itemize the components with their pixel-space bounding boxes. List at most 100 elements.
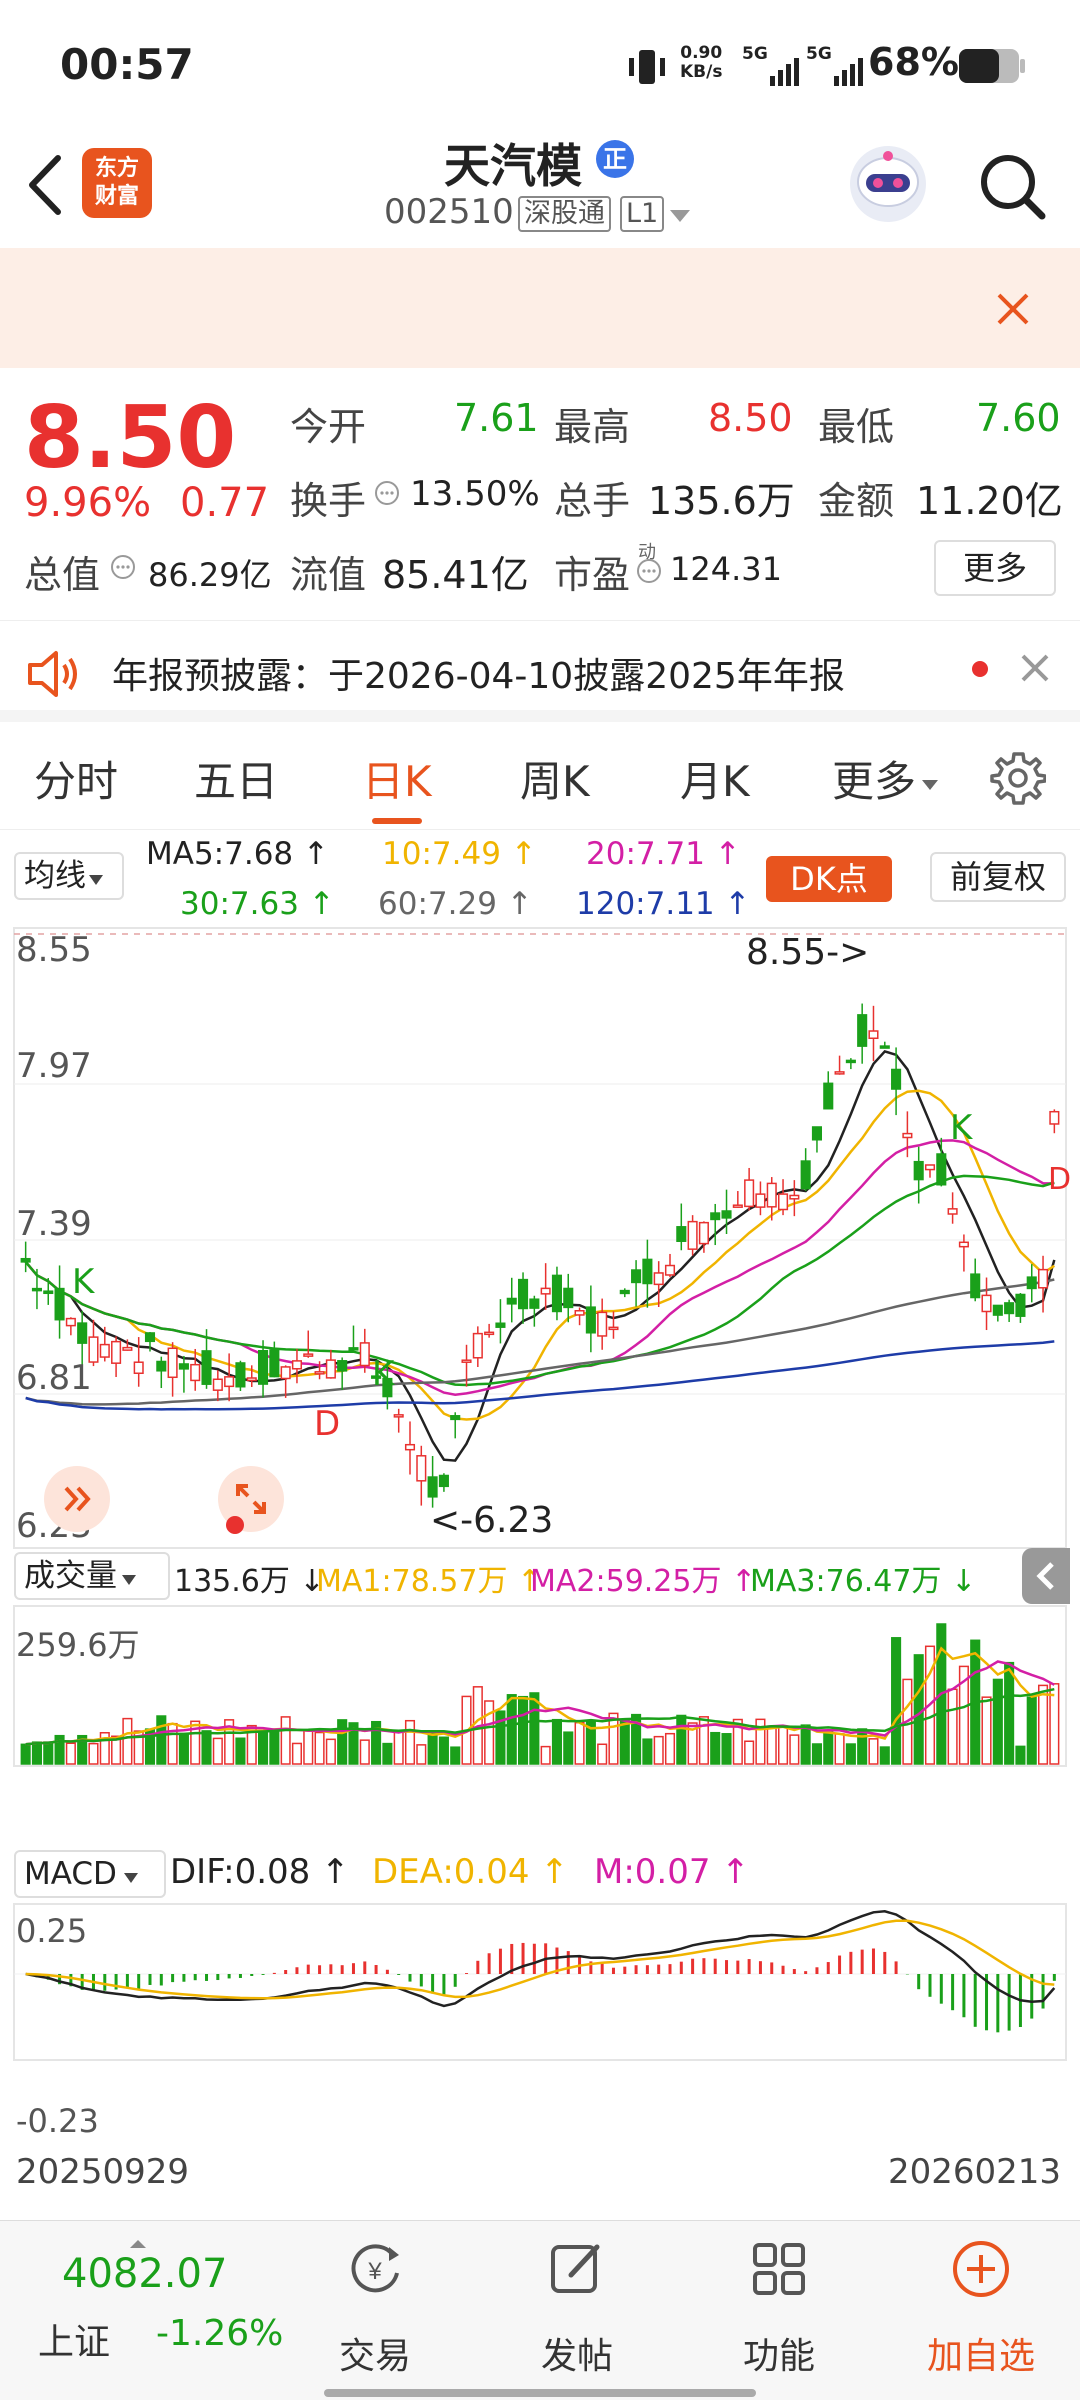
add-watchlist-button[interactable]: 加自选 — [906, 2221, 1056, 2381]
home-indicator — [324, 2389, 756, 2397]
volume-bar — [291, 1742, 303, 1765]
low-value: 7.60 — [976, 396, 1061, 440]
open-label: 今开 — [290, 405, 367, 449]
tab-daily-k[interactable]: 日K — [362, 748, 432, 824]
volume-bar — [811, 1743, 823, 1765]
index-value[interactable]: 4082.07 — [62, 2251, 227, 2297]
candle-body — [269, 1349, 280, 1378]
dropdown-icon[interactable] — [668, 208, 692, 228]
post-button[interactable]: 发帖 — [502, 2221, 652, 2381]
tab-monthly-k[interactable]: 月K — [680, 748, 750, 808]
volume-selector[interactable]: 成交量 — [14, 1552, 170, 1600]
ma120-label: 120:7.11 ↑ — [576, 886, 751, 922]
volume-bar — [642, 1738, 653, 1765]
candle-body — [156, 1360, 167, 1372]
candle-body — [257, 1349, 269, 1385]
robot-assistant-icon[interactable] — [846, 142, 930, 230]
k-signal: K — [72, 1262, 95, 1302]
candle-body — [868, 1030, 879, 1040]
candle-body — [212, 1378, 223, 1391]
candle-body — [506, 1297, 517, 1305]
volume-bar — [517, 1695, 529, 1765]
ma30-label: 30:7.63 ↑ — [180, 886, 335, 922]
candle-body — [77, 1322, 88, 1344]
search-icon[interactable] — [976, 150, 1048, 226]
back-icon[interactable] — [22, 152, 66, 222]
signal-icon-2 — [806, 50, 866, 94]
post-label: 发帖 — [540, 2336, 613, 2377]
dif-line — [25, 1910, 1056, 2008]
grid-icon — [753, 2243, 805, 2295]
vol-ma2: MA2:59.25万 ↑ — [530, 1564, 757, 1599]
volume-bar — [303, 1729, 314, 1765]
signal-icon-1 — [742, 50, 802, 94]
level-tag[interactable]: L1 — [620, 196, 665, 232]
volume-bar — [913, 1654, 924, 1765]
volume-bar — [551, 1718, 563, 1765]
tab-five-day[interactable]: 五日 — [194, 748, 278, 808]
amount-label: 金额 — [818, 479, 895, 523]
notice-bar[interactable]: 年报预披露：于2026-04-10披露2025年年报 — [0, 620, 1080, 722]
mktcap-label: 总值 — [24, 553, 101, 597]
close-icon[interactable] — [996, 292, 1030, 330]
clock: 00:57 — [60, 40, 194, 89]
collapse-panel-icon[interactable] — [1022, 1548, 1070, 1604]
tab-more[interactable]: 更多 — [832, 748, 940, 808]
trade-button[interactable]: ¥ 交易 — [300, 2221, 450, 2381]
candle-body — [924, 1164, 936, 1171]
y-axis-top: 8.55 — [16, 930, 92, 970]
candle-body — [111, 1340, 122, 1364]
volume-bar — [506, 1694, 517, 1765]
candle-body — [608, 1326, 619, 1331]
open-value: 7.61 — [454, 396, 539, 440]
volume-bar — [981, 1696, 992, 1765]
info-icon[interactable] — [374, 480, 400, 510]
expand-left-icon[interactable] — [44, 1466, 110, 1532]
candle-body — [597, 1311, 608, 1337]
indicator-selector[interactable]: 均线 — [14, 852, 124, 900]
function-label: 功能 — [742, 2336, 815, 2377]
volume-value: 135.6万 — [648, 479, 795, 523]
volume-y-top: 259.6万 — [16, 1626, 140, 1664]
candle-body — [1026, 1276, 1037, 1290]
candle-body — [359, 1342, 370, 1367]
volume-bar — [1037, 1684, 1049, 1765]
candle-body — [43, 1290, 54, 1295]
volume-bar — [31, 1741, 43, 1765]
add-circle-icon — [953, 2241, 1009, 2297]
dk-point-button[interactable]: DK点 — [766, 856, 892, 902]
volume-bar — [359, 1739, 370, 1765]
pe-label: 市盈 — [554, 553, 631, 597]
turnover-label: 换手 — [290, 479, 367, 523]
volume-bar — [800, 1724, 811, 1765]
adjust-button[interactable]: 前复权 — [930, 852, 1066, 902]
candle-body — [133, 1361, 144, 1375]
macd-selector[interactable]: MACD — [14, 1850, 166, 1898]
battery-icon — [958, 48, 1026, 88]
macd-selector-label: MACD — [24, 1856, 117, 1892]
trade-icon: ¥ — [351, 2244, 399, 2293]
more-button[interactable]: 更多 — [934, 540, 1056, 596]
function-button[interactable]: 功能 — [704, 2221, 854, 2381]
info-icon[interactable] — [110, 554, 136, 584]
tab-weekly-k[interactable]: 周K — [520, 748, 590, 808]
info-icon[interactable] — [636, 558, 662, 588]
candle-body — [766, 1182, 777, 1208]
close-icon[interactable] — [1020, 653, 1050, 687]
period-low-annotation: <-6.23 — [430, 1500, 554, 1541]
volume-bar — [393, 1730, 404, 1765]
candle-body — [291, 1360, 303, 1370]
candle-body — [20, 1257, 31, 1263]
volume-bar — [257, 1731, 269, 1765]
volume-bar — [710, 1731, 721, 1765]
candle-body — [540, 1287, 551, 1295]
volume-bar — [235, 1737, 246, 1765]
float-value: 85.41亿 — [382, 553, 529, 597]
battery-percent: 68% — [868, 40, 959, 84]
candle-body — [404, 1443, 416, 1451]
volume-bar — [325, 1738, 336, 1765]
settings-gear-icon[interactable] — [990, 750, 1047, 810]
candle-body — [65, 1317, 76, 1327]
tab-intraday[interactable]: 分时 — [34, 748, 118, 808]
volume-bar — [416, 1744, 427, 1765]
